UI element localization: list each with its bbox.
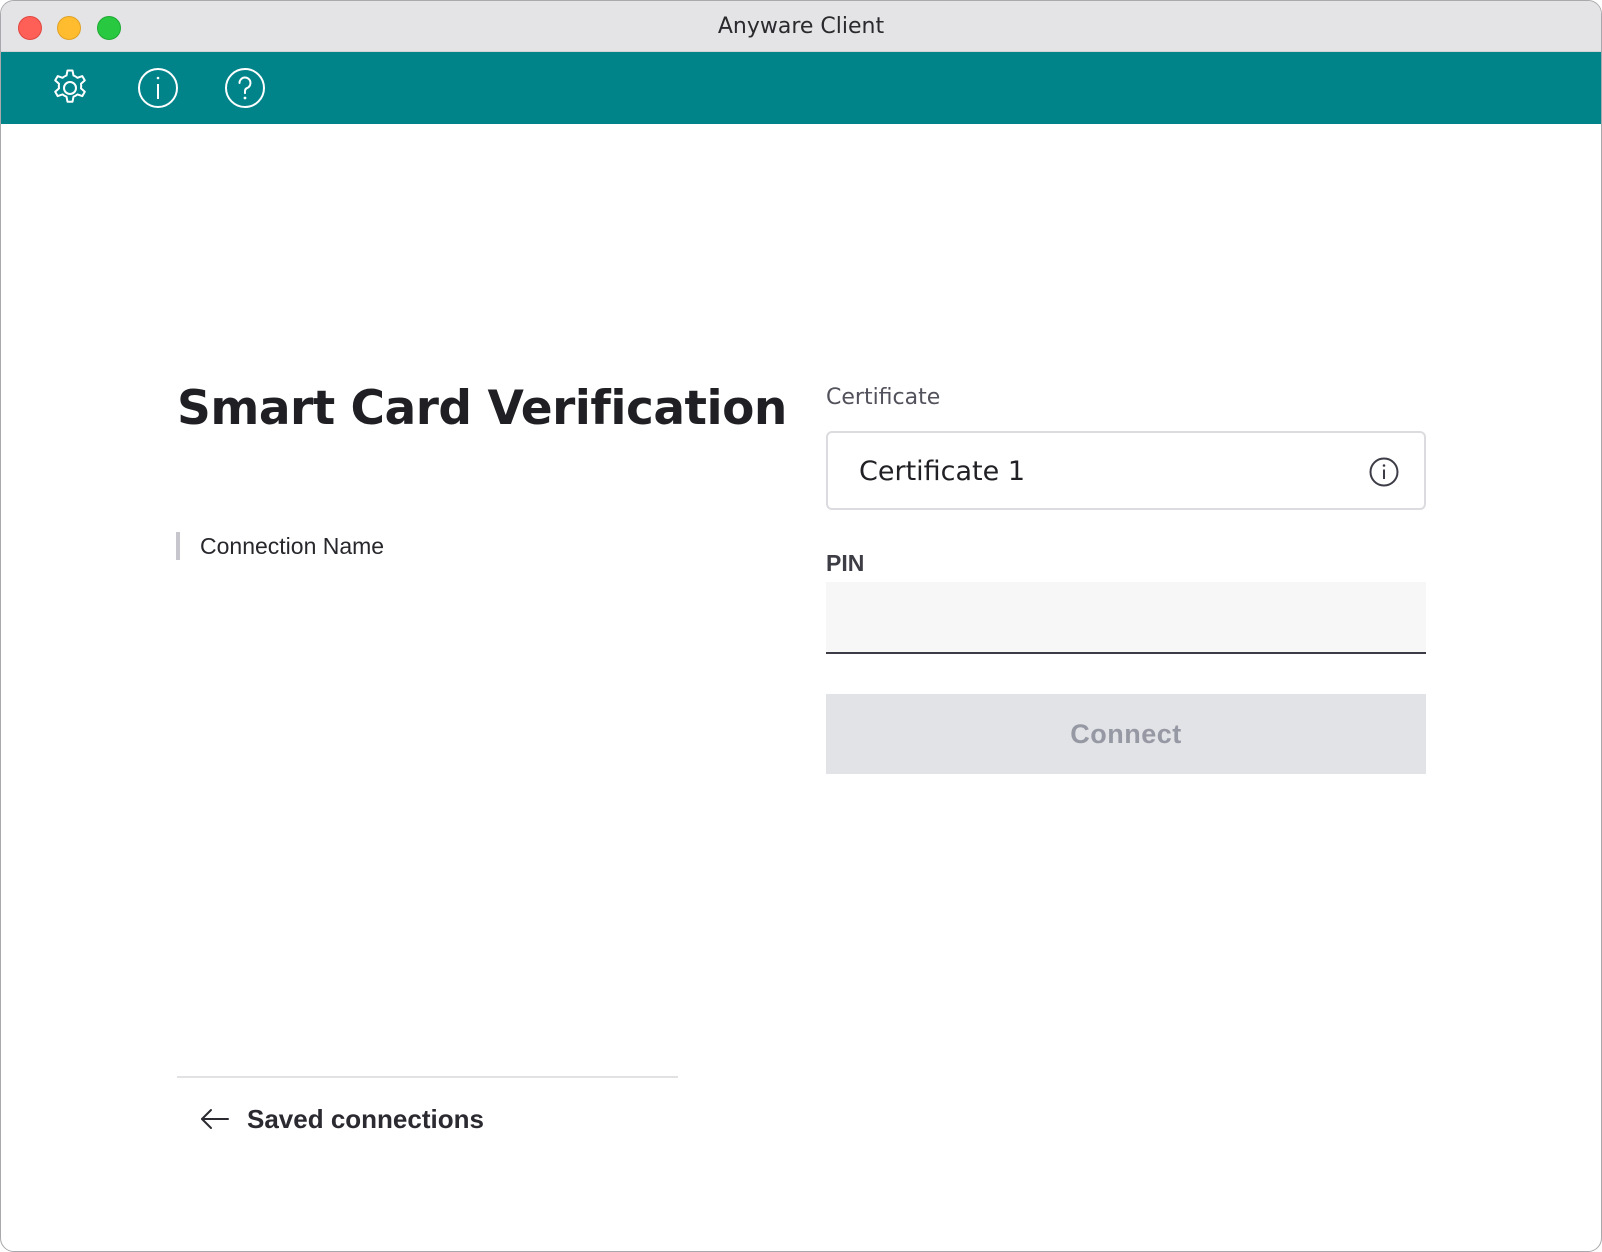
- divider: [177, 1076, 678, 1078]
- help-icon[interactable]: [223, 66, 267, 110]
- certificate-label: Certificate: [826, 385, 941, 410]
- certificate-select[interactable]: Certificate 1: [826, 431, 1426, 510]
- app-window: Anyware Client Smart Card Verification C: [0, 0, 1602, 1252]
- pin-input[interactable]: [826, 582, 1426, 654]
- connection-name: Connection Name: [176, 532, 384, 560]
- certificate-info-icon[interactable]: [1368, 456, 1400, 488]
- gear-icon[interactable]: [48, 66, 92, 110]
- toolbar: [1, 52, 1601, 124]
- saved-connections-link[interactable]: Saved connections: [199, 1099, 484, 1139]
- arrow-left-icon: [201, 1109, 229, 1129]
- title-bar: Anyware Client: [1, 1, 1601, 52]
- window-title: Anyware Client: [717, 14, 885, 39]
- certificate-value: Certificate 1: [859, 456, 1026, 487]
- saved-connections-label: Saved connections: [247, 1103, 484, 1134]
- pin-label: PIN: [826, 550, 865, 576]
- page-title: Smart Card Verification: [177, 381, 787, 436]
- connect-button[interactable]: Connect: [826, 694, 1426, 774]
- info-icon[interactable]: [136, 66, 180, 110]
